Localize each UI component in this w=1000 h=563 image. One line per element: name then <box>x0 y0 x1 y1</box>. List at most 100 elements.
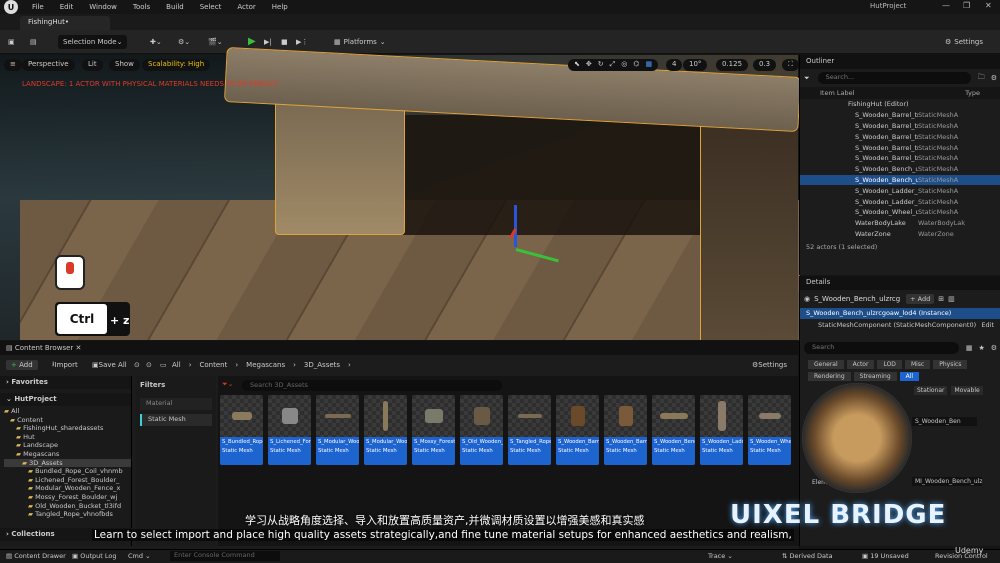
outliner-row[interactable]: S_Wooden_Bench_ulzrcgoaw_StaticMeshA <box>800 174 1000 186</box>
gizmo-z-axis[interactable] <box>514 205 517 247</box>
mobility-movable[interactable]: Movable <box>951 386 983 395</box>
world-icon[interactable]: ◎ <box>621 60 627 70</box>
settings-button[interactable]: ⚙ Settings <box>945 35 983 48</box>
folder-tree-item[interactable]: ▰ Tangled_Rope_vhnofbds <box>4 510 131 519</box>
path-megascans[interactable]: Megascans <box>246 361 285 369</box>
layout-icon[interactable]: ▥ <box>948 295 955 303</box>
favorites-section[interactable]: › Favorites <box>0 376 131 389</box>
folder-tree-item[interactable]: ▰ Hut <box>4 433 131 442</box>
folder-tree-item[interactable]: ▰ Modular_Wooden_Fence_x <box>4 484 131 493</box>
outliner-row[interactable]: S_Wooden_Ladder_xb4lfcldw_StaticMeshA <box>800 196 1000 207</box>
grid-icon[interactable]: ▦ <box>963 344 976 352</box>
outliner-row[interactable]: S_Wooden_Barrel_tmgmfeefa_StaticMeshA <box>800 110 1000 121</box>
asset-tile[interactable]: S_Wooden_Ladder_ Static Mesh <box>700 395 743 465</box>
menu-file[interactable]: File <box>32 3 44 11</box>
filter-material[interactable]: Material <box>140 398 212 410</box>
add-actor-icon[interactable]: ✚⌄ <box>150 35 162 48</box>
asset-tile[interactable]: S_Tangled_Rope_vhnofbds Static Mesh <box>508 395 551 465</box>
folder-tree-item[interactable]: ▰ Mossy_Forest_Boulder_wj <box>4 493 131 502</box>
platforms-button[interactable]: ▦ Platforms ⌄ <box>334 35 386 48</box>
menu-select[interactable]: Select <box>200 3 222 11</box>
star-icon[interactable]: ★ <box>975 344 987 352</box>
outliner-row[interactable]: WaterBodyLake WaterBodyLak <box>800 218 1000 229</box>
stop-icon[interactable]: ■ <box>281 35 288 48</box>
project-section[interactable]: ⌄ HutProject <box>0 393 131 406</box>
content-browser-tab[interactable]: ▤ Content Browser ✕ <box>6 344 81 352</box>
asset-tile[interactable]: S_Modular_Wooden_Fence_ Static Mesh <box>316 395 359 465</box>
menu-help[interactable]: Help <box>272 3 288 11</box>
asset-tile[interactable]: S_Wooden_Barrel_ Static Mesh <box>604 395 647 465</box>
cb-settings-button[interactable]: ⚙ Settings <box>752 357 787 373</box>
outliner-row[interactable]: S_Wooden_Barrel_tmgmfeefa_StaticMeshA <box>800 121 1000 132</box>
filter-static-mesh[interactable]: Static Mesh <box>140 414 212 426</box>
close-icon[interactable]: ✕ <box>985 1 992 10</box>
asset-search[interactable]: Search 3D_Assets <box>242 380 502 391</box>
lit-button[interactable]: Lit <box>82 59 103 71</box>
asset-tile[interactable]: S_Modular_Wooden_Fence_ Static Mesh <box>364 395 407 465</box>
outliner-settings-icon[interactable]: ⚙ <box>988 74 1000 82</box>
asset-tile[interactable]: S_Mossy_Forest_Boulder Static Mesh <box>412 395 455 465</box>
folder-tree-item[interactable]: ▰ All <box>4 407 131 416</box>
selection-mode-dropdown[interactable]: Selection Mode ⌄ <box>58 34 128 49</box>
col-item-label[interactable]: Item Label <box>820 89 854 97</box>
outliner-search[interactable]: Search... <box>817 72 971 84</box>
maximize-viewport-icon[interactable]: ⛶ <box>782 59 799 71</box>
select-icon[interactable]: ⬉ <box>574 60 580 70</box>
folder-tree-item[interactable]: ▰ Old_Wooden_Bucket_tl3ifd <box>4 502 131 511</box>
move-icon[interactable]: ✥ <box>586 60 592 70</box>
folder-tree-item[interactable]: ▰ Megascans <box>4 450 131 459</box>
cb-add-button[interactable]: + Add <box>6 357 38 373</box>
unsaved-button[interactable]: ▣ 19 Unsaved <box>862 552 909 560</box>
tab-misc[interactable]: Misc <box>904 360 931 369</box>
asset-tile[interactable]: S_Bundled_Rope_Coil_ Static Mesh <box>220 395 263 465</box>
tab-streaming[interactable]: Streaming <box>853 372 897 381</box>
outliner-row[interactable]: S_Wooden_Bench_ulzrcgoaw_StaticMeshA <box>800 164 1000 175</box>
asset-tile[interactable]: S_Lichened_Forest_Boulder Static Mesh <box>268 395 311 465</box>
import-button[interactable]: ⭳ Import <box>52 357 78 373</box>
back-icon[interactable]: ⊙ <box>134 357 140 373</box>
save-all-button[interactable]: ▣ Save All <box>92 357 127 373</box>
content-drawer-button[interactable]: ▤ Content Drawer <box>6 552 66 560</box>
bench-leg-right[interactable] <box>700 110 798 340</box>
outliner-row[interactable]: WaterZone WaterZone <box>800 229 1000 240</box>
folder-icon[interactable]: ▭ <box>160 357 167 373</box>
tab-rendering[interactable]: Rendering <box>808 372 851 381</box>
tab-fishinghut[interactable]: FishingHut• <box>20 16 110 30</box>
tab-lod[interactable]: LOD <box>877 360 902 369</box>
path-all[interactable]: All <box>172 361 181 369</box>
tab-physics[interactable]: Physics <box>933 360 968 369</box>
minimize-icon[interactable]: — <box>942 1 950 10</box>
tab-general[interactable]: General <box>808 360 844 369</box>
scale-snap[interactable]: 0.125 <box>716 59 749 71</box>
material-dropdown[interactable]: MI_Wooden_Bench_ulzrc <box>912 477 982 486</box>
details-settings-icon[interactable]: ⚙ <box>988 344 1000 352</box>
cmd-dropdown[interactable]: Cmd ⌄ <box>128 552 151 560</box>
derived-data-button[interactable]: ⇅ Derived Data <box>782 552 833 560</box>
add-component-button[interactable]: + Add <box>906 294 935 304</box>
cinematics-icon[interactable]: 🎬⌄ <box>208 35 223 48</box>
outliner-row[interactable]: S_Wooden_Wheel_ugljehkga_lStaticMeshA <box>800 207 1000 218</box>
bench-leg-left[interactable] <box>275 100 405 235</box>
menu-build[interactable]: Build <box>166 3 184 11</box>
outliner-row[interactable]: S_Wooden_Barrel_tmrveaeda_StaticMeshA <box>800 131 1000 142</box>
menu-edit[interactable]: Edit <box>60 3 74 11</box>
outliner-row[interactable]: S_Wooden_Ladder_xb4lfcldw_StaticMeshA <box>800 185 1000 196</box>
camera-speed[interactable]: 4 <box>666 59 683 71</box>
tab-all[interactable]: All <box>899 372 920 381</box>
asset-tile[interactable]: S_Wooden_Wheel_ Static Mesh <box>748 395 791 465</box>
viewport-menu-icon[interactable]: ≡ <box>4 59 22 71</box>
maximize-icon[interactable]: ❐ <box>963 1 970 10</box>
surface-snap-icon[interactable]: ⌬ <box>633 60 639 70</box>
asset-tile[interactable]: S_Wooden_Barrel_ Static Mesh <box>556 395 599 465</box>
blueprint-icon[interactable]: ⚙⌄ <box>178 35 190 48</box>
menu-window[interactable]: Window <box>89 3 117 11</box>
scale-icon[interactable]: ⤢ <box>610 60 616 70</box>
outliner-row[interactable]: S_Wooden_Barrel_tmrveaeda_StaticMeshA <box>800 142 1000 153</box>
rotate-icon[interactable]: ↻ <box>598 60 604 70</box>
save-icon[interactable]: ▣ <box>8 35 15 48</box>
scalability-button[interactable]: Scalability: High <box>142 59 211 71</box>
blueprint-icon[interactable]: ⊞ <box>938 295 944 303</box>
console-input[interactable]: Enter Console Command <box>170 551 280 561</box>
folder-tree-item[interactable]: ▰ Lichened_Forest_Boulder_ <box>4 476 131 485</box>
forward-icon[interactable]: ⊙ <box>146 357 152 373</box>
